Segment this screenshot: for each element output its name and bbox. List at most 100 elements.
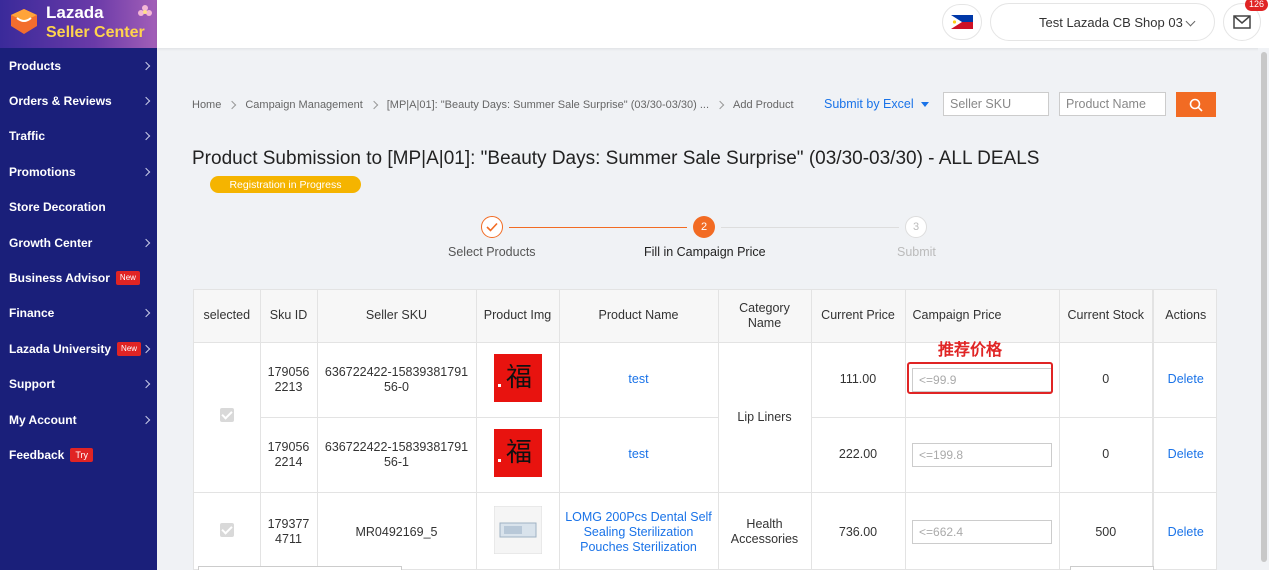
chevron-right-icon bbox=[141, 96, 151, 106]
sidebar-item-lazada-university[interactable]: Lazada University New bbox=[0, 331, 157, 366]
product-name-link[interactable]: LOMG 200Pcs Dental Self Sealing Steriliz… bbox=[565, 510, 712, 554]
product-image[interactable]: 福 bbox=[493, 353, 542, 402]
sidebar-item-label: Promotions bbox=[9, 164, 76, 179]
step-2-label: Fill in Campaign Price bbox=[644, 245, 766, 259]
submit-by-excel-dropdown[interactable]: Submit by Excel bbox=[824, 97, 929, 111]
brand-line2: Seller Center bbox=[46, 24, 145, 41]
header-product-name: Product Name bbox=[559, 290, 719, 343]
campaign-price-input[interactable] bbox=[912, 520, 1052, 544]
actions-cell: Delete bbox=[1152, 342, 1216, 418]
seller-sku-input[interactable] bbox=[943, 92, 1049, 116]
delete-button[interactable]: Delete bbox=[1168, 447, 1204, 461]
header-campaign-price: Campaign Price bbox=[905, 290, 1060, 343]
table-row: 1793774711 MR0492169_5 LOMG 200Pcs Denta… bbox=[194, 492, 1216, 569]
row-checkbox[interactable] bbox=[219, 408, 234, 422]
sidebar-item-label: Business Advisor bbox=[9, 271, 110, 286]
search-button[interactable] bbox=[1176, 92, 1216, 117]
new-badge: New bbox=[117, 341, 142, 356]
chevron-right-icon bbox=[141, 379, 151, 389]
shop-selector[interactable]: Test Lazada CB Shop 03 bbox=[990, 3, 1215, 41]
country-selector[interactable] bbox=[942, 4, 982, 40]
campaign-price-cell bbox=[905, 492, 1060, 569]
product-name-link[interactable]: test bbox=[628, 372, 648, 386]
header-category-name: Category Name bbox=[718, 290, 812, 343]
step-1-circle bbox=[481, 216, 503, 238]
sidebar-item-label: Traffic bbox=[9, 129, 46, 144]
try-badge: Try bbox=[70, 447, 94, 462]
sidebar-item-label: Finance bbox=[9, 306, 55, 321]
header-sku-id: Sku ID bbox=[260, 290, 318, 343]
chevron-right-icon bbox=[141, 61, 151, 70]
chevron-right-icon bbox=[369, 100, 378, 110]
delete-button[interactable]: Delete bbox=[1168, 372, 1204, 386]
checkmark-icon bbox=[486, 222, 498, 232]
mail-count-badge: 126 bbox=[1245, 0, 1269, 11]
step-connector-1 bbox=[509, 227, 687, 228]
sku-id-cell: 1793774711 bbox=[260, 492, 318, 569]
chevron-right-icon bbox=[141, 309, 151, 318]
sidebar-item-growth-center[interactable]: Growth Center bbox=[0, 225, 157, 260]
sidebar-item-traffic[interactable]: Traffic bbox=[0, 119, 157, 154]
sidebar-nav: Products Orders & Reviews Traffic Promot… bbox=[0, 48, 157, 473]
sidebar-item-label: Orders & Reviews bbox=[9, 94, 112, 109]
sidebar-item-store-decoration[interactable]: Store Decoration bbox=[0, 190, 157, 225]
campaign-price-input[interactable] bbox=[912, 442, 1052, 467]
brand-logo[interactable]: Lazada Seller Center bbox=[0, 0, 157, 48]
product-name-link[interactable]: test bbox=[628, 447, 648, 461]
lazada-heart-icon bbox=[11, 9, 37, 34]
mail-icon bbox=[1233, 15, 1251, 29]
svg-text:福: 福 bbox=[505, 438, 531, 468]
chevron-right-icon bbox=[141, 132, 151, 141]
header-selected: selected bbox=[194, 290, 261, 343]
sidebar-item-feedback[interactable]: Feedback Try bbox=[0, 437, 157, 472]
breadcrumb-campaign-management[interactable]: Campaign Management bbox=[245, 99, 362, 111]
category-cell: Lip Liners bbox=[718, 342, 812, 493]
header-current-stock: Current Stock bbox=[1059, 290, 1154, 343]
product-img-cell: 福 bbox=[476, 342, 560, 418]
sidebar-item-orders-reviews[interactable]: Orders & Reviews bbox=[0, 83, 157, 118]
bottom-control[interactable] bbox=[198, 566, 402, 570]
breadcrumb-campaign[interactable]: [MP|A|01]: "Beauty Days: Summer Sale Sur… bbox=[387, 99, 709, 111]
status-badge: Registration in Progress bbox=[210, 176, 361, 193]
header-seller-sku: Seller SKU bbox=[317, 290, 477, 343]
step-1-label: Select Products bbox=[448, 245, 536, 259]
chevron-right-icon bbox=[141, 238, 151, 247]
brand-line1: Lazada bbox=[46, 3, 104, 22]
product-name-cell: LOMG 200Pcs Dental Self Sealing Steriliz… bbox=[559, 492, 719, 569]
sidebar-item-promotions[interactable]: Promotions bbox=[0, 154, 157, 189]
sidebar: Lazada Seller Center Products Orders & R… bbox=[0, 0, 157, 570]
sidebar-item-my-account[interactable]: My Account bbox=[0, 402, 157, 437]
flower-decoration-icon bbox=[138, 5, 152, 16]
product-image[interactable] bbox=[493, 505, 542, 555]
submit-by-excel-label: Submit by Excel bbox=[824, 97, 914, 111]
product-image[interactable]: 福 bbox=[493, 428, 542, 477]
campaign-price-input[interactable] bbox=[912, 367, 1052, 392]
sidebar-item-label: Support bbox=[9, 377, 55, 392]
step-3-circle: 3 bbox=[905, 216, 927, 238]
sidebar-item-label: Products bbox=[9, 58, 62, 73]
sidebar-item-finance[interactable]: Finance bbox=[0, 296, 157, 331]
sidebar-item-business-advisor[interactable]: Business Advisor New bbox=[0, 260, 157, 295]
philippines-flag-icon bbox=[951, 15, 973, 29]
breadcrumb-add-product: Add Product bbox=[733, 99, 794, 111]
sidebar-item-support[interactable]: Support bbox=[0, 367, 157, 402]
current-price-cell: 111.00 bbox=[811, 342, 906, 418]
product-img-cell: 福 bbox=[476, 417, 560, 493]
row-select-cell bbox=[194, 492, 261, 569]
current-price-cell: 736.00 bbox=[811, 492, 906, 569]
step-connector-2 bbox=[721, 227, 899, 228]
actions-cell: Delete bbox=[1152, 492, 1216, 569]
bottom-control-right[interactable] bbox=[1070, 566, 1154, 570]
row-checkbox[interactable] bbox=[219, 523, 234, 537]
delete-button[interactable]: Delete bbox=[1168, 525, 1204, 539]
breadcrumb-home[interactable]: Home bbox=[192, 99, 221, 111]
seller-sku-cell: 636722422-1583938179156-1 bbox=[317, 417, 477, 493]
scrollbar-thumb[interactable] bbox=[1261, 52, 1267, 562]
current-stock-cell: 0 bbox=[1059, 417, 1154, 493]
sidebar-item-products[interactable]: Products bbox=[0, 48, 157, 83]
product-name-input[interactable] bbox=[1059, 92, 1166, 116]
chevron-right-icon bbox=[141, 415, 151, 424]
sidebar-item-label: Growth Center bbox=[9, 235, 93, 250]
step-3-label: Submit bbox=[897, 245, 936, 259]
recommended-price-annotation: 推荐价格 bbox=[938, 342, 1003, 359]
